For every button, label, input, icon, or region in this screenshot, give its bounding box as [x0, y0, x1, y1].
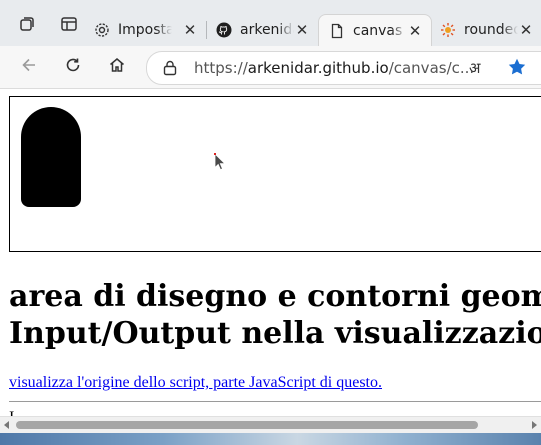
tab-canvas-active[interactable]: canvas ✕	[318, 14, 432, 47]
close-tab-icon[interactable]: ✕	[182, 22, 198, 38]
url-host: arkenidar.github.io	[247, 59, 389, 77]
tab-settings[interactable]: Impostazioni ✕	[84, 14, 206, 46]
tab-label: rounded	[464, 22, 518, 38]
scroll-left-icon[interactable]	[4, 421, 9, 429]
scroll-right-icon[interactable]	[532, 421, 537, 429]
url-scheme: https://	[194, 59, 248, 77]
lock-icon[interactable]	[163, 60, 177, 80]
vertical-tabs-button[interactable]	[55, 12, 83, 40]
sun-favicon-icon	[440, 22, 456, 38]
tab-label: canvas	[353, 23, 403, 39]
desktop-background	[0, 433, 541, 445]
tab-actions-icon	[60, 15, 78, 37]
drawing-canvas[interactable]	[9, 96, 541, 252]
tab-label: arkenidar	[240, 22, 294, 38]
home-icon	[108, 56, 126, 78]
gear-icon	[94, 22, 110, 38]
workspaces-button[interactable]	[13, 12, 41, 40]
horizontal-rule	[9, 401, 541, 402]
heading-line-2: Input/Output nella visualizzazione.	[9, 316, 541, 351]
page-viewport: area di disegno e contorni geometrici ca…	[0, 89, 541, 416]
read-aloud-icon[interactable]: अ	[469, 58, 480, 78]
tab-github[interactable]: arkenidar ✕	[206, 14, 318, 46]
reload-icon	[64, 56, 82, 78]
page-heading: area di disegno e contorni geometrici ca…	[9, 278, 541, 352]
workspaces-icon	[18, 15, 36, 37]
tab-strip: Impostazioni ✕ arkenidar ✕ canvas ✕ roun…	[0, 0, 541, 47]
cursor-dot	[214, 153, 216, 155]
clipped-paragraph: I	[9, 409, 14, 416]
url-text[interactable]: https://arkenidar.github.io/canvas/c...	[194, 59, 474, 77]
close-tab-icon[interactable]: ✕	[294, 22, 310, 38]
view-source-link[interactable]: visualizza l'origine dello script, parte…	[9, 374, 382, 392]
address-bar[interactable]: https://arkenidar.github.io/canvas/c... …	[146, 51, 541, 85]
back-button[interactable]	[15, 53, 43, 81]
heading-line-1: area di disegno e contorni geometrici ca	[9, 279, 541, 314]
tab-label: Impostazioni	[118, 22, 172, 38]
favorite-star-icon[interactable]	[507, 57, 527, 81]
reload-button[interactable]	[59, 53, 87, 81]
horizontal-scrollbar[interactable]	[0, 416, 541, 433]
browser-toolbar: https://arkenidar.github.io/canvas/c... …	[0, 46, 541, 89]
page-icon	[329, 23, 345, 39]
scrollbar-thumb[interactable]	[16, 421, 478, 429]
tab-rounded[interactable]: rounded ✕	[430, 14, 541, 46]
url-path: /canvas/c...	[388, 59, 475, 77]
back-arrow-icon	[20, 56, 38, 78]
rounded-rectangle-shape	[21, 107, 81, 207]
close-tab-icon[interactable]: ✕	[518, 22, 534, 38]
mouse-pointer-icon	[214, 153, 226, 175]
github-icon	[216, 22, 232, 38]
close-tab-icon[interactable]: ✕	[407, 23, 423, 39]
home-button[interactable]	[103, 53, 131, 81]
